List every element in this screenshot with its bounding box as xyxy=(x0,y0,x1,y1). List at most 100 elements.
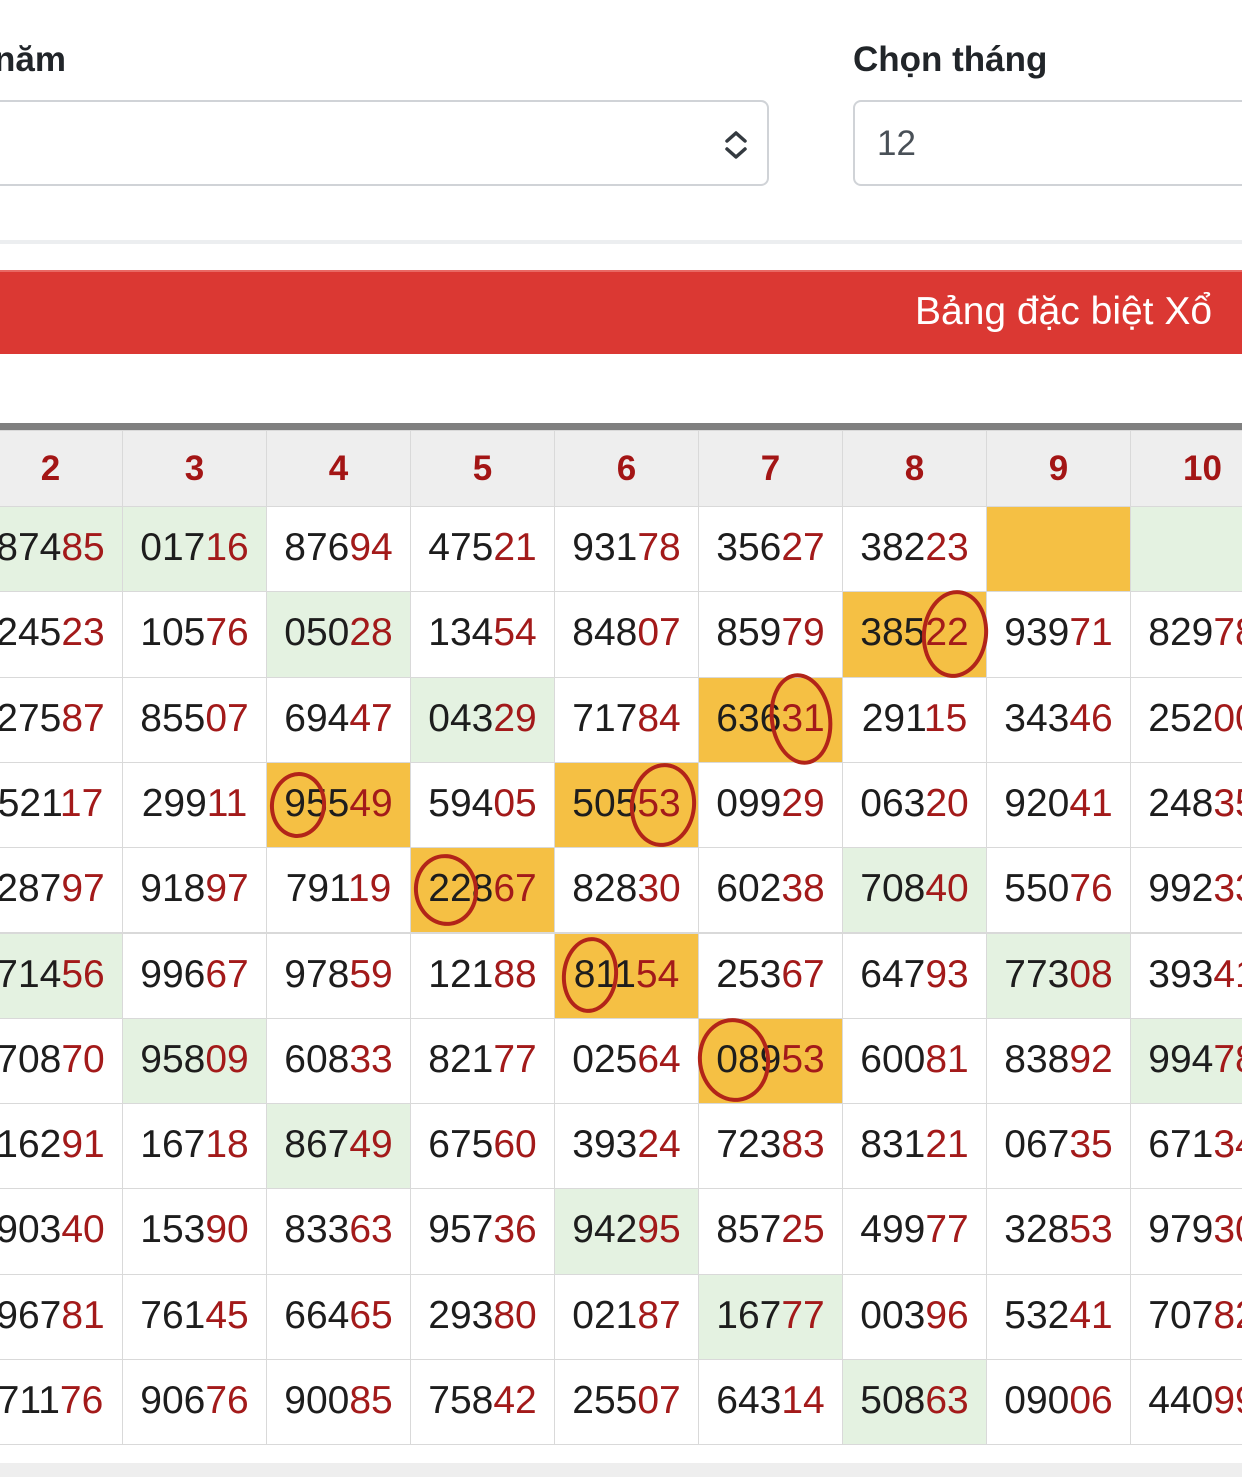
result-number: 39324 xyxy=(572,1123,681,1167)
result-cell: 06735 xyxy=(986,1103,1131,1190)
result-cell: 49977 xyxy=(842,1188,987,1275)
result-cell: 15390 xyxy=(122,1188,267,1275)
result-number: 13454 xyxy=(428,611,537,655)
result-cell: 16718 xyxy=(122,1103,267,1190)
result-number: 02564 xyxy=(572,1037,681,1081)
result-number: 96781 xyxy=(0,1293,105,1337)
result-cell: 60081 xyxy=(842,1017,987,1105)
result-cell: 09006 xyxy=(986,1359,1131,1446)
result-cell: 06320 xyxy=(842,761,987,849)
result-cell: 28797 xyxy=(0,847,123,934)
result-number: 71176 xyxy=(0,1379,104,1422)
result-cell: 64314 xyxy=(698,1359,843,1446)
result-cell xyxy=(1130,506,1242,593)
result-cell: 95549 xyxy=(266,761,411,849)
result-number: 83363 xyxy=(284,1208,393,1252)
result-number: 90085 xyxy=(284,1379,393,1422)
result-cell: 84807 xyxy=(554,591,699,678)
result-cell: 02187 xyxy=(554,1273,699,1360)
year-select[interactable] xyxy=(0,100,769,186)
result-number: 84807 xyxy=(572,611,681,655)
result-number: 04329 xyxy=(428,696,537,740)
column-header-6: 6 xyxy=(554,430,699,507)
result-cell: 59405 xyxy=(410,761,555,849)
column-header-10: 10 xyxy=(1130,430,1242,507)
result-cell: 16291 xyxy=(0,1103,123,1190)
result-cell: 86749 xyxy=(266,1103,411,1190)
result-cell: 82830 xyxy=(554,847,699,934)
result-number: 29911 xyxy=(141,781,248,825)
result-cell: 99478 xyxy=(1130,1017,1242,1105)
result-number: 93178 xyxy=(572,526,681,569)
result-cell: 29380 xyxy=(410,1273,555,1360)
result-number: 16291 xyxy=(0,1123,105,1167)
result-number: 85725 xyxy=(716,1208,825,1252)
result-number: 86749 xyxy=(284,1123,393,1167)
result-number: 52117 xyxy=(0,781,104,825)
result-cell: 50863 xyxy=(842,1359,987,1446)
result-number: 25367 xyxy=(716,952,825,996)
table-title: Bảng đặc biệt Xổ xyxy=(915,290,1213,333)
result-cell: 38223 xyxy=(842,506,987,593)
result-number: 47521 xyxy=(428,526,537,569)
result-number: 49977 xyxy=(860,1208,969,1252)
special-prize-table: 2 3 4 5 6 7 8 9 10 87485 01716 87694 47521 93178 35627… xyxy=(0,423,1242,1463)
result-cell: 67134 xyxy=(1130,1103,1242,1190)
column-header-3: 3 xyxy=(122,430,267,507)
result-number: 00396 xyxy=(860,1293,969,1337)
result-cell: 85507 xyxy=(122,676,267,763)
result-number: 83892 xyxy=(1004,1037,1113,1081)
result-cell: 93178 xyxy=(554,506,699,593)
result-number: 72383 xyxy=(716,1123,825,1167)
result-number: 79119 xyxy=(285,867,392,911)
result-cell: 79119 xyxy=(266,847,411,934)
column-header-4: 4 xyxy=(266,430,411,507)
result-cell: 96781 xyxy=(0,1273,123,1360)
result-cell: 82177 xyxy=(410,1017,555,1105)
result-cell: 71784 xyxy=(554,676,699,763)
result-number: 38522 xyxy=(860,611,969,655)
result-number: 27587 xyxy=(0,696,105,740)
result-number: 82177 xyxy=(428,1037,537,1081)
result-cell: 34346 xyxy=(986,676,1131,763)
month-select[interactable]: 12 xyxy=(853,100,1242,186)
result-cell: 85725 xyxy=(698,1188,843,1275)
result-cell: 70870 xyxy=(0,1017,123,1105)
result-cell: 25507 xyxy=(554,1359,699,1446)
result-number: 64314 xyxy=(716,1379,825,1422)
result-number: 90676 xyxy=(140,1379,249,1422)
result-number: 67560 xyxy=(428,1123,537,1167)
result-cell: 72383 xyxy=(698,1103,843,1190)
result-number: 06320 xyxy=(860,781,969,825)
result-number: 95736 xyxy=(428,1208,537,1252)
result-number: 70840 xyxy=(860,867,969,911)
result-cell: 70840 xyxy=(842,847,987,934)
result-number: 99233 xyxy=(1148,867,1242,911)
result-cell: 90085 xyxy=(266,1359,411,1446)
result-cell: 69447 xyxy=(266,676,411,763)
result-number: 75842 xyxy=(428,1379,537,1422)
result-cell: 08953 xyxy=(698,1017,843,1105)
result-cell: 00396 xyxy=(842,1273,987,1360)
result-cell: 71176 xyxy=(0,1359,123,1446)
result-number: 87694 xyxy=(284,526,393,569)
result-number: 35627 xyxy=(716,526,825,569)
result-cell: 92041 xyxy=(986,761,1131,849)
result-cell: 60238 xyxy=(698,847,843,934)
result-cell: 94295 xyxy=(554,1188,699,1275)
result-number: 99667 xyxy=(140,952,249,996)
result-cell: 10576 xyxy=(122,591,267,678)
result-cell: 90340 xyxy=(0,1188,123,1275)
result-number: 16777 xyxy=(716,1293,825,1337)
result-number: 64793 xyxy=(860,952,969,996)
result-number: 15390 xyxy=(140,1208,249,1252)
column-header-2: 2 xyxy=(0,430,123,507)
result-cell: 95809 xyxy=(122,1017,267,1105)
column-header-9: 9 xyxy=(986,430,1131,507)
result-number: 95809 xyxy=(140,1037,249,1081)
result-cell: 95736 xyxy=(410,1188,555,1275)
result-cell: 25200 xyxy=(1130,676,1242,763)
result-number: 81154 xyxy=(573,952,680,996)
result-number: 77308 xyxy=(1004,952,1113,996)
result-number: 01716 xyxy=(140,526,249,569)
